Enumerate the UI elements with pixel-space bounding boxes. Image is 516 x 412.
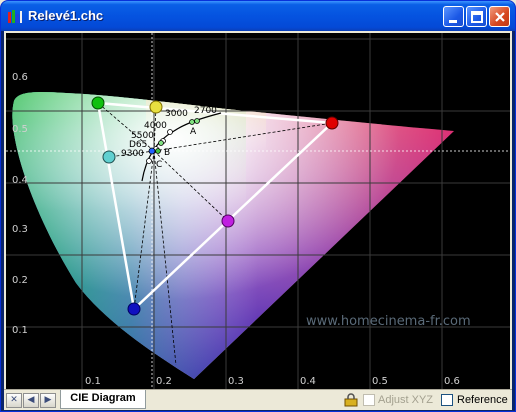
client-area: 0.6 0.5 0.4 0.3 0.2 0.1 0.1 0.2 0.3 0.4 … [4,31,512,410]
next-tab-button[interactable]: ▶ [40,393,56,408]
close-icon [495,12,505,22]
tab-bar: ✕ ◀ ▶ CIE Diagram Adjust XYZ Reference [4,389,512,410]
cyan-point [102,150,116,164]
y-tick-label: 0.4 [12,175,28,186]
y-tick-label: 0.3 [12,224,28,235]
lock-icon[interactable] [344,393,358,407]
x-tick-label: 0.2 [156,376,172,387]
y-tick-label: 0.1 [12,325,28,336]
reference-checkbox[interactable] [441,394,453,406]
reference-label: Reference [457,394,508,406]
y-tick-label: 0.5 [12,124,28,135]
adjust-xyz-label: Adjust XYZ [378,394,434,406]
prev-tab-button[interactable]: ◀ [23,393,39,408]
maximize-icon [471,11,483,23]
watermark: www.homecinema-fr.com [306,314,471,329]
first-tab-button[interactable]: ✕ [6,393,22,408]
minimize-button[interactable] [443,6,464,27]
magenta-point [221,214,235,228]
illuminant-label: A [190,127,197,137]
blue-point [127,302,141,316]
chart-icon [8,10,22,23]
x-tick-label: 0.1 [85,376,101,387]
illuminant-label: C [156,160,162,170]
x-tick-label: 0.5 [372,376,388,387]
cct-label: 2700 [194,106,217,116]
adjust-xyz-checkbox[interactable] [363,394,375,406]
cie-diagram-canvas: 0.6 0.5 0.4 0.3 0.2 0.1 0.1 0.2 0.3 0.4 … [6,33,510,389]
title-bar[interactable]: Relevé1.chc [1,1,515,31]
green-point [91,96,105,110]
app-window: Relevé1.chc 0.6 0.5 0.4 0.3 0.2 0.1 0.1 … [0,0,516,412]
cie-diagram[interactable]: 0.6 0.5 0.4 0.3 0.2 0.1 0.1 0.2 0.3 0.4 … [6,33,510,389]
yellow-point [149,100,163,114]
minimize-icon [449,20,457,23]
tab-cie-diagram[interactable]: CIE Diagram [60,390,146,409]
x-tick-label: 0.4 [300,376,316,387]
x-tick-label: 0.6 [444,376,460,387]
x-tick-label: 0.3 [228,376,244,387]
cct-label: 3000 [165,109,188,119]
y-tick-label: 0.2 [12,275,28,286]
maximize-button[interactable] [466,6,487,27]
cct-label: 4000 [144,121,167,131]
close-button[interactable] [489,6,510,27]
cct-label: 9300 [121,149,144,159]
y-tick-label: 0.6 [12,72,28,83]
illuminant-label: B [164,148,170,158]
window-title: Relevé1.chc [28,8,104,23]
red-point [325,116,339,130]
